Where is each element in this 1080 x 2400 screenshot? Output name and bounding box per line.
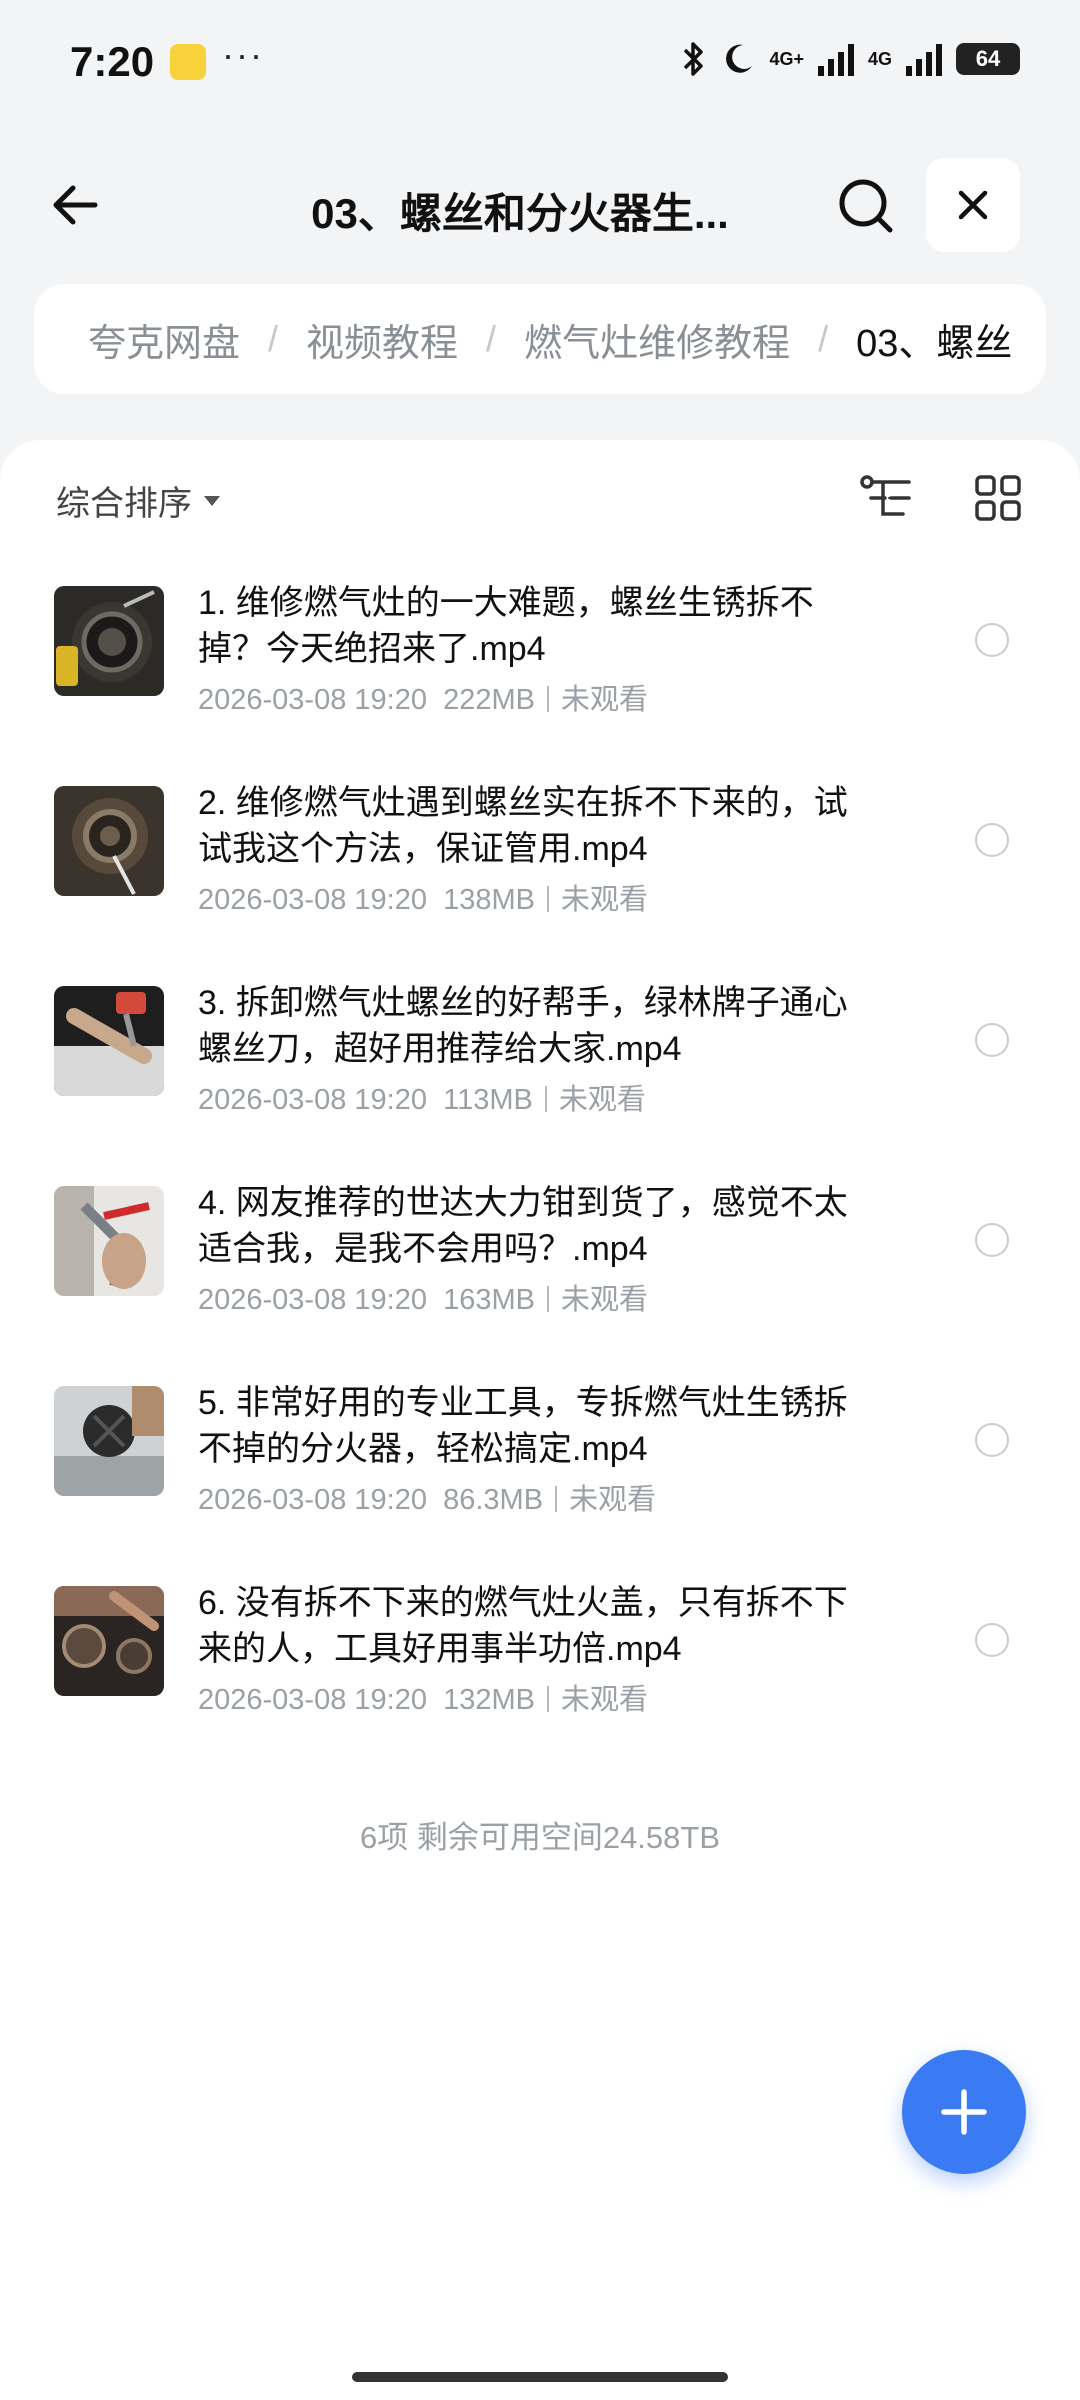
search-icon — [839, 179, 893, 233]
file-item[interactable]: 6. 没有拆不下来的燃气灶火盖，只有拆不下来的人，工具好用事半功倍.mp4 20… — [0, 1580, 1080, 1780]
grid-view-button[interactable] — [966, 466, 1030, 530]
network-type-1: 4G+ — [769, 49, 804, 69]
breadcrumb-item-root[interactable]: 夸克网盘 — [88, 312, 240, 367]
breadcrumb-item-stove-repair[interactable]: 燃气灶维修教程 — [524, 312, 790, 367]
file-item[interactable]: 5. 非常好用的专业工具，专拆燃气灶生锈拆不掉的分火器，轻松搞定.mp4 202… — [0, 1380, 1080, 1580]
video-thumbnail — [54, 1186, 164, 1296]
select-radio[interactable] — [975, 1423, 1009, 1457]
tree-view-icon — [860, 475, 911, 516]
file-date: 2026-03-08 19:20 — [198, 884, 427, 916]
select-radio[interactable] — [975, 1223, 1009, 1257]
watch-status: 未观看 — [569, 1484, 657, 1516]
file-meta: 2026-03-08 19:20 113MB 未观看 — [198, 1076, 646, 1118]
select-radio[interactable] — [975, 823, 1009, 857]
file-date: 2026-03-08 19:20 — [198, 1284, 427, 1316]
video-thumbnail — [54, 986, 164, 1096]
file-size: 138MB — [443, 884, 535, 916]
file-date: 2026-03-08 19:20 — [198, 1484, 427, 1516]
file-date: 2026-03-08 19:20 — [198, 684, 427, 716]
watch-status: 未观看 — [561, 1284, 649, 1316]
status-more: ··· — [222, 34, 264, 75]
file-item[interactable]: 3. 拆卸燃气灶螺丝的好帮手，绿林牌子通心螺丝刀，超好用推荐给大家.mp4 20… — [0, 980, 1080, 1180]
breadcrumb: 夸克网盘 / 视频教程 / 燃气灶维修教程 / 03、螺丝 — [34, 284, 1046, 394]
file-date: 2026-03-08 19:20 — [198, 1084, 427, 1116]
file-size: 132MB — [443, 1684, 535, 1716]
add-button[interactable] — [902, 2050, 1026, 2174]
breadcrumb-item-videos[interactable]: 视频教程 — [306, 312, 458, 367]
grid-view-icon — [975, 475, 1021, 521]
top-bar: 03、螺丝和分火器生... — [0, 150, 1080, 260]
network-type-2: 4G — [867, 49, 892, 69]
app-notification-icon — [170, 44, 206, 80]
sort-label: 综合排序 — [56, 485, 192, 523]
file-item[interactable]: 2. 维修燃气灶遇到螺丝实在拆不下来的，试试我这个方法，保证管用.mp4 202… — [0, 780, 1080, 980]
file-meta: 2026-03-08 19:20 222MB 未观看 — [198, 676, 648, 718]
watch-status: 未观看 — [558, 1084, 646, 1116]
breadcrumb-separator: / — [818, 318, 829, 359]
select-radio[interactable] — [975, 1623, 1009, 1657]
signal-icon-2 — [906, 42, 942, 76]
file-name: 2. 维修燃气灶遇到螺丝实在拆不下来的，试试我这个方法，保证管用.mp4 — [198, 784, 848, 868]
video-thumbnail — [54, 586, 164, 696]
select-radio[interactable] — [975, 623, 1009, 657]
file-name: 4. 网友推荐的世达大力钳到货了，感觉不太适合我，是我不会用吗？.mp4 — [198, 1184, 848, 1268]
storage-summary: 6项 剩余可用空间24.58TB — [359, 1820, 721, 1855]
file-meta: 2026-03-08 19:20 86.3MB 未观看 — [198, 1476, 656, 1518]
close-button[interactable] — [926, 158, 1020, 252]
status-bar: 7:20 ··· 4G+ 4G 64 — [0, 0, 1080, 120]
signal-icon — [817, 42, 854, 76]
breadcrumb-item-current: 03、螺丝 — [856, 322, 1013, 365]
close-icon — [958, 190, 988, 220]
file-size: 163MB — [443, 1284, 535, 1316]
tree-view-button[interactable] — [855, 466, 919, 530]
moon-icon — [726, 44, 753, 73]
file-name: 3. 拆卸燃气灶螺丝的好帮手，绿林牌子通心螺丝刀，超好用推荐给大家.mp4 — [198, 984, 848, 1068]
battery-icon: 64 — [956, 43, 1020, 75]
file-date: 2026-03-08 19:20 — [198, 1684, 427, 1716]
watch-status: 未观看 — [561, 884, 649, 916]
file-size: 86.3MB — [443, 1484, 544, 1516]
watch-status: 未观看 — [561, 684, 649, 716]
video-thumbnail — [54, 1386, 164, 1496]
file-list: 1. 维修燃气灶的一大难题，螺丝生锈拆不掉？今天绝招来了.mp4 2026-03… — [0, 580, 1080, 1780]
file-size: 113MB — [443, 1084, 533, 1116]
breadcrumb-separator: / — [486, 318, 497, 359]
file-name: 6. 没有拆不下来的燃气灶火盖，只有拆不下来的人，工具好用事半功倍.mp4 — [198, 1584, 848, 1668]
breadcrumb-separator: / — [268, 318, 279, 359]
file-size: 222MB — [443, 684, 535, 716]
file-name: 1. 维修燃气灶的一大难题，螺丝生锈拆不掉？今天绝招来了.mp4 — [198, 584, 814, 668]
file-meta: 2026-03-08 19:20 163MB 未观看 — [198, 1276, 648, 1318]
select-radio[interactable] — [975, 1023, 1009, 1057]
status-icons: 4G+ 4G 64 — [681, 40, 1020, 78]
watch-status: 未观看 — [561, 1684, 649, 1716]
status-time: 7:20 — [70, 38, 155, 85]
file-item[interactable]: 4. 网友推荐的世达大力钳到货了，感觉不太适合我，是我不会用吗？.mp4 202… — [0, 1180, 1080, 1380]
caret-down-icon — [204, 495, 220, 506]
home-indicator[interactable] — [352, 2372, 728, 2382]
page-title: 03、螺丝和分火器生... — [311, 190, 729, 237]
video-thumbnail — [54, 1586, 164, 1696]
video-thumbnail — [54, 786, 164, 896]
arrow-left-icon — [53, 185, 98, 225]
bluetooth-icon — [684, 42, 704, 76]
sort-dropdown[interactable]: 综合排序 — [56, 476, 222, 525]
search-button[interactable] — [830, 170, 902, 242]
plus-icon — [941, 2089, 987, 2135]
file-item[interactable]: 1. 维修燃气灶的一大难题，螺丝生锈拆不掉？今天绝招来了.mp4 2026-03… — [0, 580, 1080, 780]
file-meta: 2026-03-08 19:20 132MB 未观看 — [198, 1676, 648, 1718]
file-name: 5. 非常好用的专业工具，专拆燃气灶生锈拆不掉的分火器，轻松搞定.mp4 — [198, 1384, 848, 1468]
back-button[interactable] — [40, 170, 110, 240]
file-meta: 2026-03-08 19:20 138MB 未观看 — [198, 876, 648, 918]
